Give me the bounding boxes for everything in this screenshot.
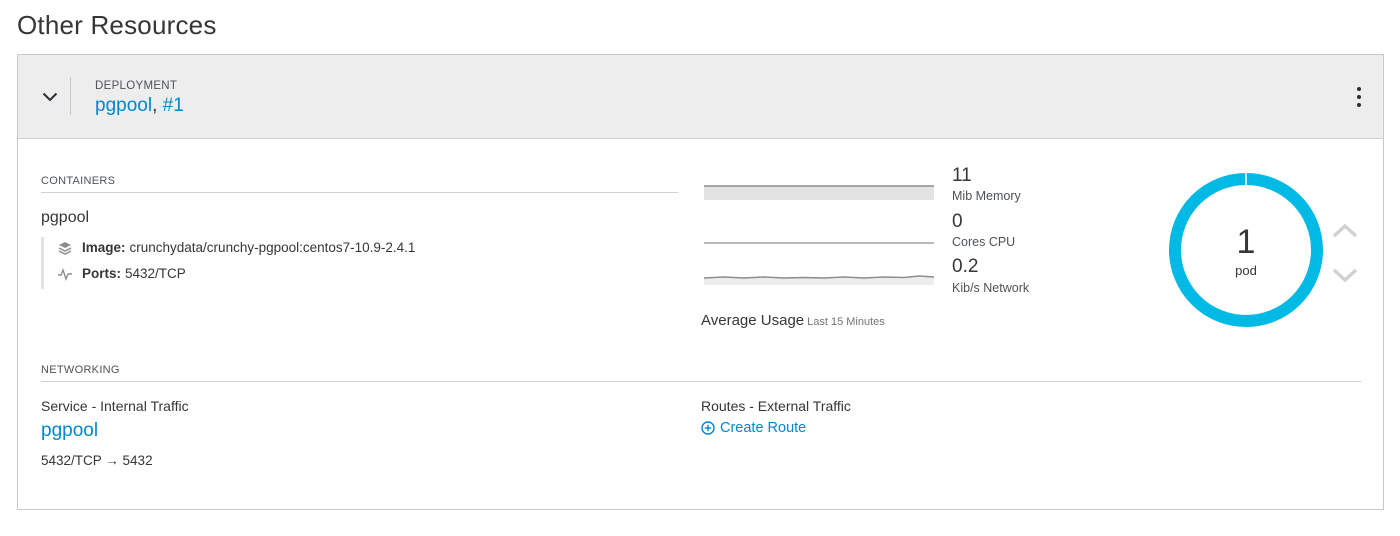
service-name-link[interactable]: pgpool <box>41 420 98 442</box>
cpu-label: Cores CPU <box>952 235 1016 249</box>
usage-period-label: Last 15 Minutes <box>807 316 885 328</box>
pod-count: 1 <box>1236 223 1256 261</box>
memory-sparkline <box>704 185 934 200</box>
chevron-up-icon <box>1332 223 1358 238</box>
networking-divider <box>41 381 1361 382</box>
scale-down-button[interactable] <box>1331 263 1359 287</box>
layers-icon <box>58 241 72 255</box>
resource-kind-label: DEPLOYMENT <box>95 80 178 92</box>
ports-value: 5432/TCP <box>125 266 186 281</box>
deployment-revision-link[interactable]: #1 <box>163 95 184 116</box>
deployment-title: pgpool, #1 <box>95 95 184 117</box>
cpu-sparkline <box>704 242 934 244</box>
container-image-row: Image: crunchydata/crunchy-pgpool:centos… <box>58 240 415 255</box>
container-ports-row: Ports: 5432/TCP <box>58 266 186 281</box>
pulse-icon <box>58 267 72 281</box>
chevron-down-icon <box>42 92 58 102</box>
network-value: 0.2 <box>952 256 979 277</box>
memory-label: Mib Memory <box>952 189 1021 203</box>
collapse-toggle-button[interactable] <box>36 83 64 111</box>
header-divider <box>70 77 71 115</box>
service-port-mapping: 5432/TCP → 5432 <box>41 453 153 468</box>
deployment-panel: DEPLOYMENT pgpool, #1 CONTAINERS pgpool … <box>17 54 1384 510</box>
create-route-link[interactable]: Create Route <box>701 420 806 436</box>
average-usage-label: Average Usage Last 15 Minutes <box>701 312 885 329</box>
cpu-value: 0 <box>952 211 963 232</box>
create-route-label: Create Route <box>720 420 807 436</box>
container-name: pgpool <box>41 209 90 226</box>
containers-section-label: CONTAINERS <box>41 175 116 187</box>
memory-value: 11 <box>952 165 972 186</box>
image-value: crunchydata/crunchy-pgpool:centos7-10.9-… <box>129 240 416 255</box>
title-separator: , <box>152 95 158 116</box>
page-title: Other Resources <box>17 10 217 40</box>
container-details: Image: crunchydata/crunchy-pgpool:centos… <box>41 237 415 289</box>
scale-up-button[interactable] <box>1331 219 1359 243</box>
routes-section-title: Routes - External Traffic <box>701 398 851 414</box>
networking-section-label: NETWORKING <box>41 364 120 376</box>
ports-label: Ports: <box>82 266 122 281</box>
plus-circle-icon <box>701 421 715 435</box>
deployment-name-link[interactable]: pgpool <box>95 95 152 116</box>
network-sparkline <box>704 275 934 285</box>
service-section-title: Service - Internal Traffic <box>41 398 189 414</box>
deployment-header: DEPLOYMENT pgpool, #1 <box>18 55 1383 139</box>
network-label: Kib/s Network <box>952 281 1030 295</box>
containers-divider <box>41 192 678 193</box>
pod-label: pod <box>1235 263 1257 278</box>
chevron-down-icon <box>1332 268 1358 283</box>
average-usage-text: Average Usage <box>701 312 805 329</box>
image-label: Image: <box>82 240 126 255</box>
kebab-menu-icon[interactable] <box>1353 87 1365 107</box>
